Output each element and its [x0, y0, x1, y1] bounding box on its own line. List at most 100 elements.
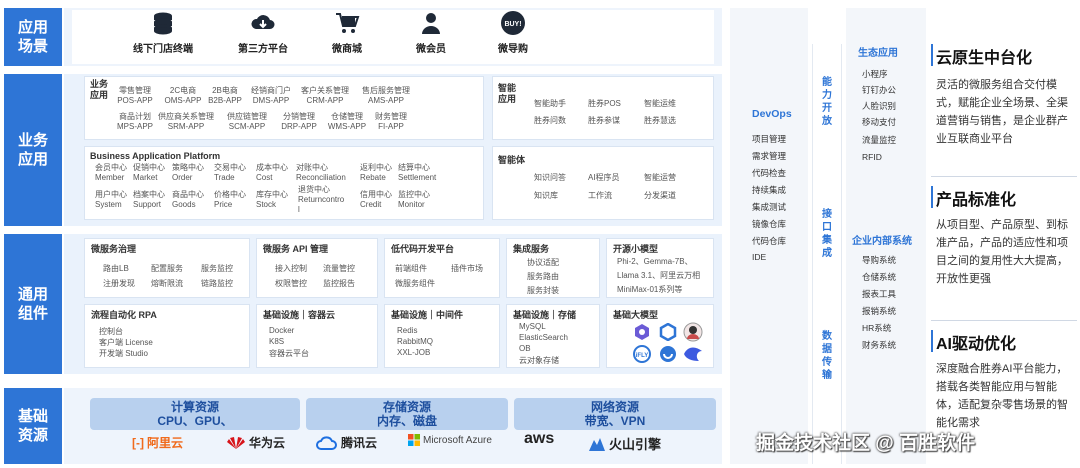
eco-item: 移动支付 [862, 117, 897, 127]
vendor-aws: aws [524, 430, 554, 448]
api-mgmt-box: 微服务 API 管理 接入控制 流量管控 权限管控 监控报告 [256, 238, 378, 298]
oss-model-item: Phi-2、Gemma-7B、 [617, 257, 693, 266]
agent-item: 分发渠道 [644, 191, 676, 200]
smart-app-item: 智能运维 [644, 99, 676, 108]
channel-third-party[interactable]: 第三方平台 [218, 10, 308, 55]
internal-title: 企业内部系统 [852, 236, 912, 247]
channel-label: 微导购 [498, 44, 528, 55]
biz-app-b2b: 2B电商 B2B-APP [208, 86, 242, 105]
feature-title-standardization: 产品标准化 [936, 192, 1017, 209]
bap-center: 促销中心 Market [133, 163, 165, 182]
bap-center: 用户中心 System [95, 190, 127, 209]
feature-accent-bar [931, 330, 933, 352]
bap-title: Business Application Platform [90, 151, 221, 161]
vendor-name: 华为云 [249, 436, 286, 450]
integration-item: 服务封装 [527, 286, 559, 295]
bap-center: 结算中心 Settlement [398, 163, 437, 182]
vendor-name: Microsoft Azure [423, 434, 492, 446]
infra-middleware-box: 基础设施｜中间件 Redis RabbitMQ XXL-JOB [384, 304, 500, 368]
channel-label: 微会员 [416, 44, 446, 55]
devops-title: DevOps [752, 108, 792, 120]
vendor-name: aws [524, 430, 555, 447]
biz-app-srm: 供应商关系管理 SRM-APP [158, 112, 214, 131]
biz-app-fi: 财务管理 FI-APP [375, 112, 407, 131]
feature-accent-bar [931, 44, 933, 66]
infra-middleware-title: 基础设施｜中间件 [391, 310, 464, 320]
layer-label-common: 通用 组件 [4, 234, 62, 374]
channel-offline-store[interactable]: 线下门店终端 [118, 10, 208, 55]
micro-gov-box: 微服务治理 路由LB 配置服务 服务监控 注册发现 熔断限流 链路监控 [84, 238, 250, 298]
coins-icon [154, 12, 172, 35]
feature-title-ai: AI驱动优化 [936, 336, 1017, 353]
bap-center: 价格中心 Price [214, 190, 246, 209]
vendor-volcano: 火山引擎 [588, 434, 661, 453]
micro-gov-item: 路由LB [103, 264, 129, 273]
lowcode-box: 低代码开发平台 前端组件 插件市场 微服务组件 [384, 238, 500, 298]
bap-center: 监控中心 Monitor [398, 190, 430, 209]
aliyun-logo-icon: [-] [132, 435, 144, 450]
resource-storage: 存储资源 内存、磁盘 [306, 398, 508, 430]
layer-label-base: 基础 资源 [4, 388, 62, 464]
bap-center: 库存中心 Stock [256, 190, 288, 209]
micro-gov-item: 配置服务 [151, 264, 183, 273]
bap-center: 交易中心 Trade [214, 163, 246, 182]
lowcode-item: 插件市场 [451, 264, 483, 273]
eco-item: RFID [862, 152, 882, 162]
model-logo-icon [660, 346, 676, 362]
cart-icon [336, 13, 360, 33]
integration-item: 服务路由 [527, 272, 559, 281]
channel-micro-mall[interactable]: 微商城 [302, 10, 392, 55]
micro-gov-item: 注册发现 [103, 279, 135, 288]
infra-middleware-item: XXL-JOB [397, 348, 431, 357]
biz-app-oms: 2C电商 OMS-APP [164, 86, 202, 105]
eco-item: 流量监控 [862, 135, 897, 145]
agent-item: 知识问答 [534, 173, 566, 182]
api-mgmt-item: 权限管控 [275, 279, 307, 288]
smart-app-title: 智能 应用 [498, 83, 517, 104]
cloud-download-icon [251, 15, 275, 29]
bap-center: 档案中心 Support [133, 190, 165, 209]
eco-item: 人脸识别 [862, 101, 897, 111]
biz-app-title: 业务 应用 [90, 79, 109, 100]
devops-item: 项目管理 [752, 134, 787, 144]
eco-title: 生态应用 [858, 48, 898, 59]
feature-divider [931, 320, 1077, 321]
rpa-item: 开发端 Studio [99, 349, 148, 358]
layer-label-biz-app: 业务 应用 [4, 74, 62, 226]
interface-integration-label: 接口集成 [822, 209, 832, 259]
vendor-huawei: 华为云 [226, 434, 285, 451]
agent-item: 知识库 [534, 191, 558, 200]
channel-micro-guide[interactable]: BUY! 微导购 [468, 10, 558, 55]
volcano-logo-icon [589, 437, 605, 451]
agent-box [492, 146, 714, 220]
layer-label-app-scene: 应用 场景 [4, 8, 62, 66]
model-logo-icon [683, 322, 703, 342]
devops-item: IDE [752, 252, 767, 262]
biz-app-scm: 供应链管理 SCM-APP [227, 112, 267, 131]
smart-app-item: 胜券参谋 [588, 116, 620, 125]
smart-app-item: 智能助手 [534, 99, 566, 108]
data-transfer-label: 数据传输 [822, 331, 832, 381]
lowcode-title: 低代码开发平台 [391, 244, 455, 254]
bap-center: 会员中心 Member [95, 163, 127, 182]
rpa-box: 流程自动化 RPA 控制台 客户端 License 开发端 Studio [84, 304, 250, 368]
vendor-name: 阿里云 [147, 436, 184, 450]
resource-network: 网络资源 带宽、VPN [514, 398, 716, 430]
feature-text-cloud-native: 灵活的微服务组合交付模式，赋能企业全场景、全渠道营销与销售，是企业群产业互联商业… [936, 79, 1068, 145]
devops-item: 代码仓库 [752, 236, 787, 246]
lowcode-item: 前端组件 [395, 264, 427, 273]
channel-micro-member[interactable]: 微会员 [386, 10, 476, 55]
resource-sub: 内存、磁盘 [376, 414, 437, 428]
api-mgmt-item: 接入控制 [275, 264, 307, 273]
micro-gov-item: 链路监控 [201, 279, 233, 288]
internal-item: 导购系统 [862, 255, 897, 265]
vendor-aliyun: [-] 阿里云 [132, 434, 183, 451]
api-mgmt-item: 监控报告 [323, 279, 355, 288]
feature-title-cloud-native: 云原生中台化 [936, 50, 1033, 67]
vendor-tencent: 腾讯云 [316, 434, 377, 451]
api-mgmt-item: 流量管控 [323, 264, 355, 273]
internal-item: 报销系统 [862, 306, 897, 316]
svg-text:iFLY: iFLY [636, 353, 648, 359]
biz-app-dms: 经销商门户 DMS-APP [251, 86, 291, 105]
vendor-name: 火山引擎 [609, 437, 662, 452]
